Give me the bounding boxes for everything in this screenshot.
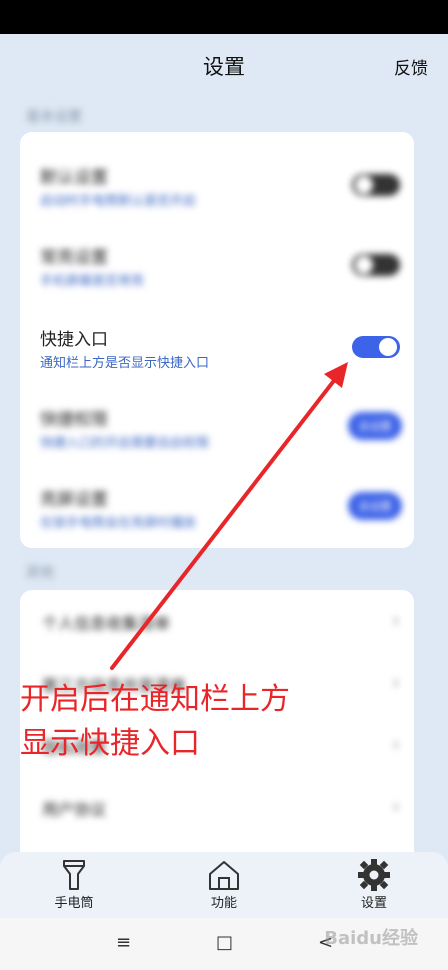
list-item[interactable]: 用户协议 › bbox=[20, 776, 414, 838]
setting-subtitle: 快捷入口的开启需要自启权限 bbox=[40, 436, 210, 451]
tab-flashlight[interactable]: 手电筒 bbox=[24, 852, 124, 918]
tab-settings[interactable]: 设置 bbox=[324, 852, 424, 918]
chevron-right-icon: › bbox=[392, 608, 400, 632]
setting-title: 快捷权限 bbox=[40, 410, 108, 430]
menu-icon[interactable]: ≡ bbox=[116, 932, 131, 953]
setting-row-shortcut: 快捷入口 通知栏上方是否显示快捷入口 bbox=[20, 306, 414, 386]
section-label-basic: 基本设置 bbox=[26, 109, 82, 125]
chevron-right-icon: › bbox=[392, 794, 400, 818]
go-settings-button[interactable]: 去设置 bbox=[348, 412, 402, 440]
setting-title: 亮屏设置 bbox=[40, 490, 108, 510]
watermark-logo: Baidu经验 bbox=[324, 928, 418, 949]
setting-row-shortcut-permission: 快捷权限 快捷入口的开启需要自启权限 去设置 bbox=[20, 386, 414, 466]
setting-title: 快捷入口 bbox=[40, 330, 108, 350]
page-title: 设置 bbox=[203, 55, 245, 79]
setting-subtitle: 通知栏上方是否显示快捷入口 bbox=[40, 356, 210, 371]
tab-label: 手电筒 bbox=[54, 896, 94, 911]
setting-subtitle: 手机屏幕是否常亮 bbox=[40, 274, 145, 289]
toggle-knob bbox=[355, 256, 373, 274]
tab-bar: 手电筒 功能 设置 bbox=[0, 852, 448, 918]
header: 设置 反馈 bbox=[0, 34, 448, 98]
setting-row-screen-on: 亮屏设置 在锁手电筒会在亮屏时播放 去设置 bbox=[20, 466, 414, 546]
shortcut-toggle[interactable] bbox=[352, 336, 400, 358]
toggle-knob bbox=[355, 176, 373, 194]
go-settings-button[interactable]: 去设置 bbox=[348, 492, 402, 520]
setting-row-keep-on: 常亮设置 手机屏幕是否常亮 bbox=[20, 224, 414, 304]
chevron-right-icon: › bbox=[392, 670, 400, 694]
annotation-line-1: 开启后在通知栏上方 bbox=[20, 682, 290, 717]
chevron-right-icon: › bbox=[392, 732, 400, 756]
tab-features[interactable]: 功能 bbox=[174, 852, 274, 918]
keep-on-toggle[interactable] bbox=[352, 254, 400, 276]
setting-subtitle: 在锁手电筒会在亮屏时播放 bbox=[40, 516, 197, 531]
list-item[interactable]: 个人信息收集清单 › bbox=[20, 590, 414, 652]
feedback-button[interactable]: 反馈 bbox=[394, 54, 428, 79]
default-toggle[interactable] bbox=[352, 174, 400, 196]
annotation-line-2: 显示快捷入口 bbox=[20, 726, 200, 761]
list-item-title: 个人信息收集清单 bbox=[42, 614, 171, 633]
list-item-title: 用户协议 bbox=[42, 800, 107, 819]
tab-label: 设置 bbox=[360, 896, 387, 911]
section-label-other: 其他 bbox=[26, 565, 54, 581]
setting-title: 常亮设置 bbox=[40, 248, 108, 268]
gear-icon bbox=[358, 859, 390, 891]
toggle-knob bbox=[379, 338, 397, 356]
setting-title: 默认设置 bbox=[40, 168, 108, 188]
flashlight-icon bbox=[63, 860, 85, 890]
status-bar bbox=[0, 0, 448, 34]
basic-settings-card: 默认设置 启动时手电筒默认是否开启 常亮设置 手机屏幕是否常亮 快捷入口 通知栏… bbox=[20, 132, 414, 548]
tab-label: 功能 bbox=[210, 896, 237, 911]
home-button-icon[interactable]: □ bbox=[216, 932, 233, 953]
setting-row-default: 默认设置 启动时手电筒默认是否开启 bbox=[20, 144, 414, 224]
home-icon bbox=[209, 861, 239, 890]
setting-subtitle: 启动时手电筒默认是否开启 bbox=[40, 194, 197, 209]
